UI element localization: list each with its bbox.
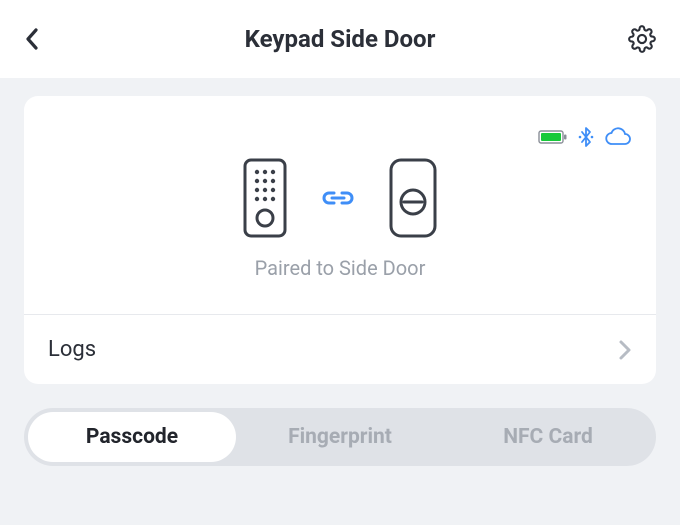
device-card-top: Paired to Side Door [24, 96, 656, 314]
gear-icon [628, 25, 656, 53]
tab-nfc-card[interactable]: NFC Card [444, 412, 652, 462]
segmented-control: Passcode Fingerprint NFC Card [24, 408, 656, 466]
chevron-right-icon [618, 339, 632, 361]
cloud-icon [604, 127, 632, 147]
device-pairing-row [48, 158, 632, 238]
tab-label: Passcode [86, 425, 178, 449]
pairing-status-label: Paired to Side Door [48, 256, 632, 280]
status-row [538, 126, 632, 148]
battery-icon [538, 129, 568, 145]
chevron-left-icon [24, 27, 40, 51]
link-icon [321, 188, 355, 208]
tab-passcode[interactable]: Passcode [28, 412, 236, 462]
logs-label: Logs [48, 337, 96, 362]
device-card: Paired to Side Door Logs [24, 96, 656, 384]
page-title: Keypad Side Door [60, 25, 620, 53]
keypad-device-icon [243, 158, 287, 238]
tab-label: NFC Card [503, 425, 593, 449]
back-button[interactable] [24, 21, 60, 57]
header: Keypad Side Door [0, 0, 680, 78]
lock-device-icon [389, 158, 437, 238]
tab-fingerprint[interactable]: Fingerprint [236, 412, 444, 462]
tab-label: Fingerprint [288, 425, 392, 449]
logs-row[interactable]: Logs [24, 315, 656, 384]
settings-button[interactable] [620, 21, 656, 57]
bluetooth-icon [578, 126, 594, 148]
